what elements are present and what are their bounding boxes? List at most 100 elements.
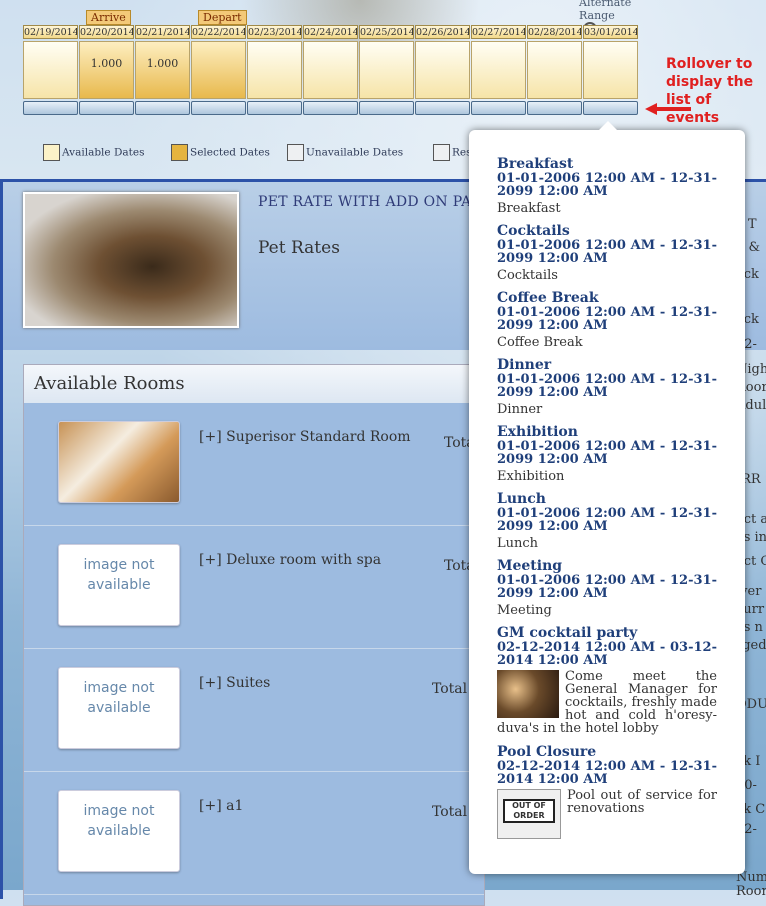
- event-description: Coffee Break: [497, 335, 583, 350]
- calendar-rate-cell[interactable]: [23, 41, 78, 99]
- event-title: Dinner: [497, 357, 552, 373]
- event-date-range: 01-01-2006 12:00 AM - 12-31-2099 12:00 A…: [497, 439, 717, 467]
- event-description: Breakfast: [497, 201, 561, 216]
- out-of-order-sign: OUT OF ORDER: [497, 789, 561, 839]
- room-row: image not available [+] Deluxe room with …: [24, 526, 484, 649]
- event-title: Pool Closure: [497, 744, 597, 760]
- calendar-date-label: 02/27/2014: [471, 25, 526, 39]
- out-of-order-text: OUT OF ORDER: [503, 799, 555, 823]
- rate-subtitle: Pet Rates: [258, 238, 340, 258]
- event-item[interactable]: Pool Closure 02-12-2014 12:00 AM - 12-31-…: [497, 744, 717, 839]
- arrive-tag: Arrive: [86, 10, 131, 25]
- calendar-rate-cell[interactable]: [415, 41, 470, 99]
- event-date-range: 02-12-2014 12:00 AM - 03-12-2014 12:00 A…: [497, 640, 717, 668]
- room-list: [+] Superisor Standard Room Tota image not…: [24, 403, 484, 895]
- room-name-link[interactable]: [+] Deluxe room with spa: [199, 552, 381, 568]
- calendar-date-label: 02/21/2014: [135, 25, 190, 39]
- room-row: image not available [+] Suites Total I: [24, 649, 484, 772]
- calendar-rate-cell[interactable]: [191, 41, 246, 99]
- popup-pointer: [599, 121, 617, 130]
- calendar-events-bar[interactable]: [527, 101, 582, 115]
- event-date-range: 02-12-2014 12:00 AM - 12-31-2014 12:00 A…: [497, 759, 717, 787]
- calendar-date-label: 02/26/2014: [415, 25, 470, 39]
- calendar-date-label: 02/23/2014: [247, 25, 302, 39]
- room-name-link[interactable]: [+] Superisor Standard Room: [199, 429, 411, 445]
- event-date-range: 01-01-2006 12:00 AM - 12-31-2099 12:00 A…: [497, 171, 717, 199]
- calendar-events-bar[interactable]: [23, 101, 78, 115]
- room-name-link[interactable]: [+] Suites: [199, 675, 270, 691]
- event-date-range: 01-01-2006 12:00 AM - 12-31-2099 12:00 A…: [497, 238, 717, 266]
- calendar-events-bar[interactable]: [135, 101, 190, 115]
- event-description: Exhibition: [497, 469, 565, 484]
- available-swatch: [43, 144, 60, 161]
- calendar-date-label: 03/01/2014: [583, 25, 638, 39]
- room-row: image not available [+] a1 Total I: [24, 772, 484, 895]
- selected-swatch: [171, 144, 188, 161]
- event-item[interactable]: GM cocktail party 02-12-2014 12:00 AM - 0…: [497, 625, 717, 735]
- restricted-swatch: [433, 144, 450, 161]
- image-not-available: image not available: [58, 790, 180, 872]
- room-row: [+] Superisor Standard Room Tota: [24, 403, 484, 526]
- image-not-available: image not available: [58, 667, 180, 749]
- calendar-events-bar[interactable]: [471, 101, 526, 115]
- rate-title: PET RATE WITH ADD ON PAC: [258, 194, 483, 210]
- unavailable-swatch: [287, 144, 304, 161]
- calendar-date-label: 02/20/2014: [79, 25, 134, 39]
- event-title: Meeting: [497, 558, 563, 574]
- calendar-events-bar[interactable]: [415, 101, 470, 115]
- room-photo: [58, 421, 180, 503]
- event-item[interactable]: Lunch 01-01-2006 12:00 AM - 12-31-2099 12…: [497, 491, 717, 551]
- event-title: GM cocktail party: [497, 625, 638, 641]
- calendar-date-label: 02/22/2014: [191, 25, 246, 39]
- calendar-rate-cell[interactable]: [303, 41, 358, 99]
- calendar-rate-cell[interactable]: [527, 41, 582, 99]
- calendar-date-label: 02/19/2014: [23, 25, 78, 39]
- arrow-left-icon: [645, 103, 691, 115]
- depart-tag: Depart: [198, 10, 247, 25]
- event-description: Lunch: [497, 536, 539, 551]
- event-date-range: 01-01-2006 12:00 AM - 12-31-2099 12:00 A…: [497, 573, 717, 601]
- calendar-rate-cell[interactable]: [471, 41, 526, 99]
- room-name-link[interactable]: [+] a1: [199, 798, 243, 814]
- calendar-rate-cell[interactable]: 1.000: [135, 41, 190, 99]
- event-description: Dinner: [497, 402, 543, 417]
- calendar-events-bar[interactable]: [191, 101, 246, 115]
- calendar-events-bar[interactable]: [303, 101, 358, 115]
- legend-unavailable: Unavailable Dates: [287, 144, 403, 161]
- calendar-date-label: 02/25/2014: [359, 25, 414, 39]
- event-title: Lunch: [497, 491, 546, 507]
- available-rooms-heading: Available Rooms: [24, 365, 484, 403]
- event-title: Breakfast: [497, 156, 574, 172]
- image-not-available: image not available: [58, 544, 180, 626]
- rate-image: [23, 192, 239, 328]
- event-item[interactable]: Cocktails 01-01-2006 12:00 AM - 12-31-209…: [497, 223, 717, 283]
- event-date-range: 01-01-2006 12:00 AM - 12-31-2099 12:00 A…: [497, 305, 717, 333]
- cocktail-photo: [497, 670, 559, 718]
- legend-restricted: Res: [433, 144, 472, 161]
- event-item[interactable]: Exhibition 01-01-2006 12:00 AM - 12-31-20…: [497, 424, 717, 484]
- calendar-events-bar[interactable]: [583, 101, 638, 115]
- event-description: Meeting: [497, 603, 552, 618]
- calendar-events-bar[interactable]: [359, 101, 414, 115]
- rollover-annotation: Rollover to display the list of events: [666, 56, 754, 126]
- legend-available: Available Dates: [43, 144, 144, 161]
- event-item[interactable]: Coffee Break 01-01-2006 12:00 AM - 12-31-…: [497, 290, 717, 350]
- calendar-rate-cell[interactable]: [359, 41, 414, 99]
- legend-selected: Selected Dates: [171, 144, 270, 161]
- event-item[interactable]: Dinner 01-01-2006 12:00 AM - 12-31-2099 1…: [497, 357, 717, 417]
- calendar-rate-cell[interactable]: [247, 41, 302, 99]
- calendar-events-bar[interactable]: [247, 101, 302, 115]
- right-column-text: Rooms: [736, 884, 766, 899]
- calendar-rate-cell[interactable]: [583, 41, 638, 99]
- event-title: Cocktails: [497, 223, 570, 239]
- calendar-events-bar[interactable]: [79, 101, 134, 115]
- event-item[interactable]: Breakfast 01-01-2006 12:00 AM - 12-31-209…: [497, 156, 717, 216]
- event-item[interactable]: Meeting 01-01-2006 12:00 AM - 12-31-2099 …: [497, 558, 717, 618]
- event-title: Coffee Break: [497, 290, 599, 306]
- available-rooms-panel: Available Rooms [+] Superisor Standard R…: [23, 364, 485, 906]
- event-date-range: 01-01-2006 12:00 AM - 12-31-2099 12:00 A…: [497, 372, 717, 400]
- events-popup: Breakfast 01-01-2006 12:00 AM - 12-31-209…: [469, 121, 745, 874]
- calendar-rate-cell[interactable]: 1.000: [79, 41, 134, 99]
- calendar-date-label: 02/24/2014: [303, 25, 358, 39]
- event-description: Cocktails: [497, 268, 558, 283]
